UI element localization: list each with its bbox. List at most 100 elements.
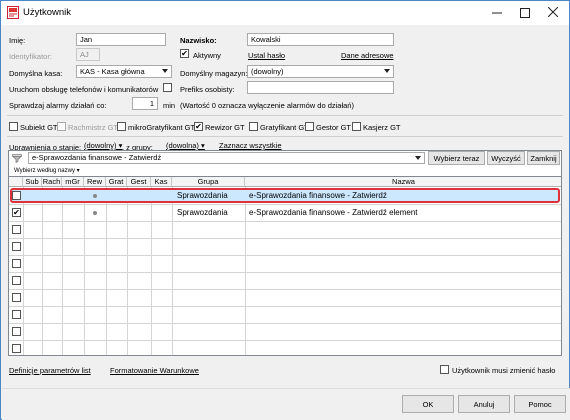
grid-row-line [9,306,561,307]
anuluj-button[interactable]: Anuluj [458,395,510,413]
maximize-button[interactable] [511,1,539,25]
row-checkbox[interactable]: ✔ [12,208,21,217]
aktywny-label: Aktywny [193,51,221,60]
role-label: Gestor GT [316,123,352,132]
prefiks-field[interactable] [247,81,394,94]
uruchom-label: Uruchom obsługę telefonów i komunikatoró… [9,85,159,94]
alarmy-note: (Wartość 0 oznacza wyłączenie alarmów do… [180,101,354,110]
row-checkbox[interactable] [12,225,21,234]
column-header[interactable]: mGr [62,177,84,187]
permission-dot-icon [93,211,97,215]
grid-row-line [9,238,561,239]
imie-label: Imię: [9,36,26,45]
role-checkbox[interactable] [9,122,18,131]
kasa-label: Domyślna kasa: [9,69,63,78]
role-label: Rewizor GT [205,123,245,132]
row-checkbox[interactable] [12,310,21,319]
grid-row-line [9,323,561,324]
column-header[interactable]: Rew [84,177,106,187]
separator [7,115,563,116]
musi-zmienic-checkbox[interactable] [440,365,449,374]
ok-button[interactable]: OK [402,395,454,413]
filter-icon[interactable] [12,153,22,165]
permissions-grid: Sub Rach mGr Rew Grat Gest Kas Grupa Nazwa Sprawo… [8,176,562,356]
row-nazwa: e-Sprawozdania finansowe - Zatwierdź [249,191,387,200]
alarmy-unit: min [163,101,176,110]
wybierz-wedlug-select[interactable]: Wybierz według nazwy ▾ [14,167,80,174]
row-grupa: Sprawozdania [177,208,228,217]
role-label: mikroGratyfikant GT [128,123,196,132]
row-checkbox[interactable] [12,259,21,268]
grid-row-line [9,340,561,341]
magazyn-value: (dowolny) [251,67,284,76]
role-label: Subiekt GT [20,123,58,132]
chevron-down-icon [384,69,390,73]
uruchom-checkbox[interactable] [163,83,172,92]
grid-row-line [9,289,561,290]
alarmy-label: Sprawdzaj alarmy działań co: [9,101,107,110]
minimize-button[interactable] [483,1,511,25]
search-select[interactable]: e-Sprawozdania finansowe - Zatwierdź [28,152,425,164]
role-checkbox[interactable]: ✔ [194,122,203,131]
zamknij-button[interactable]: Zamknij [527,151,560,165]
definicje-link[interactable]: Definicje parametrów list [9,366,91,375]
wybierz-teraz-button[interactable]: Wybierz teraz [428,151,485,165]
imie-field[interactable]: Jan [76,33,166,46]
row-checkbox[interactable] [12,327,21,336]
separator [7,136,563,137]
user-app-icon [7,6,19,19]
grid-row-line [9,255,561,256]
column-header[interactable]: Nazwa [245,177,561,187]
row-checkbox[interactable] [12,344,21,353]
pomoc-button[interactable]: Pomoc [514,395,566,413]
dialog-window: Użytkownik Imię: Jan Nazwisko: Kowalski … [0,0,570,420]
row-checkbox[interactable] [12,191,21,200]
column-header[interactable]: Kas [151,177,172,187]
kasa-value: KAS - Kasa główna [80,67,145,76]
grupa-select[interactable]: (dowolna) ▾ [166,141,205,150]
row-grupa: Sprawozdania [177,191,228,200]
identyfikator-label: Identyfikator: [9,52,52,61]
dropdown-arrow-icon: ▾ [74,168,80,174]
prefiks-label: Prefiks osobisty: [180,85,235,94]
wyczysc-button[interactable]: Wyczyść [487,151,525,165]
column-header[interactable]: Gest [127,177,151,187]
magazyn-label: Domyślny magazyn: [180,69,248,78]
alarmy-field[interactable]: 1 [132,97,158,110]
close-button[interactable] [539,1,567,25]
row-checkbox[interactable] [12,242,21,251]
formatowanie-link[interactable]: Formatowanie Warunkowe [110,366,199,375]
grid-row-line [9,221,561,222]
aktywny-checkbox[interactable]: ✔ [180,49,189,58]
role-label: Kasjerz GT [363,123,401,132]
grid-row-line [9,204,561,205]
role-checkbox[interactable] [352,122,361,131]
column-header[interactable]: Rach [42,177,62,187]
role-label: Rachmistrz GT [68,123,119,132]
role-checkbox[interactable] [305,122,314,131]
kasa-select[interactable]: KAS - Kasa główna [76,65,172,78]
search-value: e-Sprawozdania finansowe - Zatwierdź [32,153,162,162]
role-checkbox[interactable] [117,122,126,131]
row-checkbox[interactable] [12,276,21,285]
musi-zmienic-label: Użytkownik musi zmienić hasło [452,366,556,375]
column-header[interactable]: Sub [23,177,42,187]
grid-row-line [9,272,561,273]
dane-adresowe-link[interactable]: Dane adresowe [341,51,394,60]
nazwisko-field[interactable]: Kowalski [247,33,394,46]
close-icon [547,6,559,20]
identyfikator-field: AJ [76,48,100,61]
nazwisko-label: Nazwisko: [180,36,217,45]
stan-select[interactable]: (dowolny) ▾ [84,141,122,150]
role-checkbox[interactable] [249,122,258,131]
column-header[interactable]: Grupa [172,177,245,187]
dropdown-arrow-icon: ▾ [198,141,205,150]
role-checkbox [57,122,66,131]
zaznacz-wszystkie-link[interactable]: Zaznacz wszystkie [219,141,282,150]
column-header[interactable]: Grat [106,177,127,187]
row-checkbox[interactable] [12,293,21,302]
magazyn-select[interactable]: (dowolny) [247,65,394,78]
permission-dot-icon [93,194,97,198]
ustal-haslo-link[interactable]: Ustal hasło [248,51,285,60]
title-bar: Użytkownik [1,1,569,25]
